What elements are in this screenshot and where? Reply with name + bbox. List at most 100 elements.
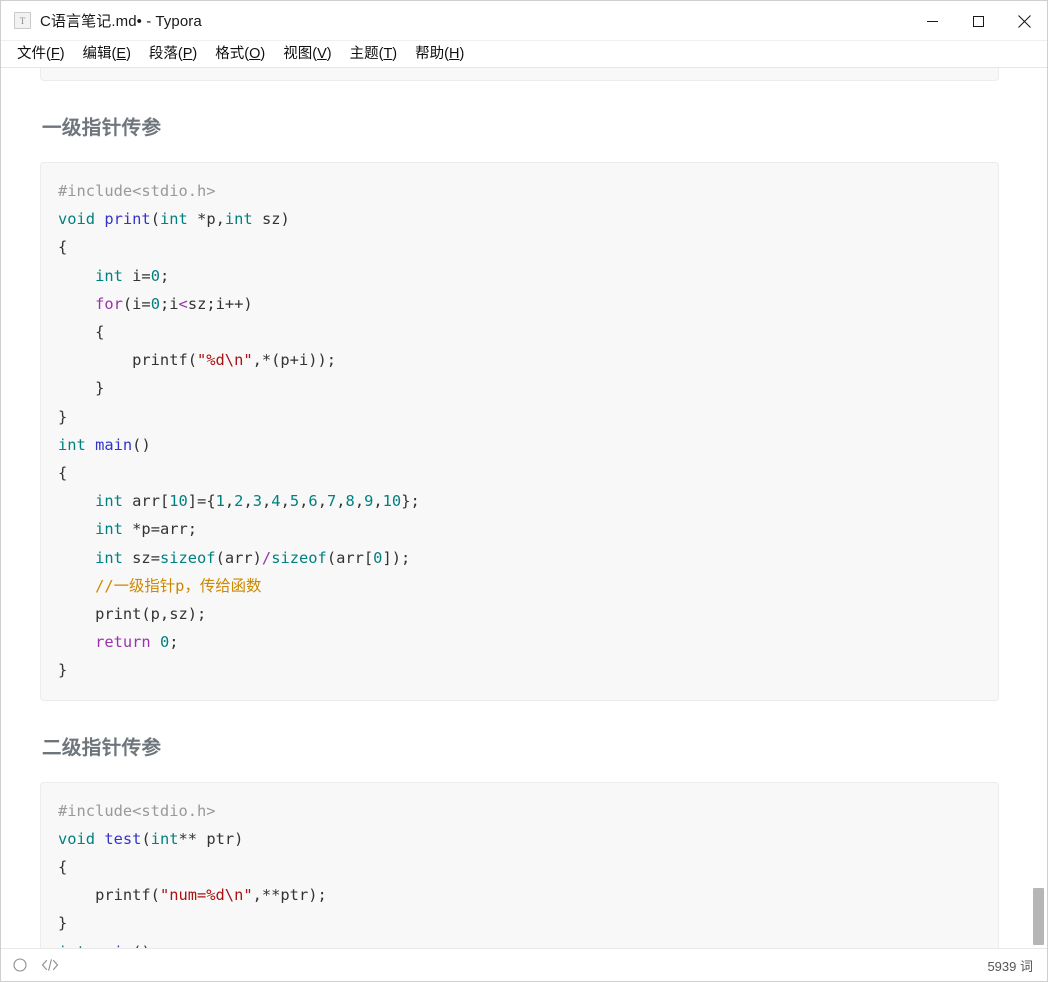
code-token: #include<stdio.h> [58, 182, 216, 200]
code-token: int [159, 210, 188, 229]
menu-mnemonic-file: F [50, 45, 60, 62]
code-line: } [58, 656, 981, 684]
code-token: sizeof [271, 548, 327, 567]
window-controls [909, 1, 1047, 41]
menu-item-paragraph[interactable]: 段落(P) [140, 44, 206, 65]
code-token: ;i [159, 294, 179, 313]
code-token: , [299, 492, 309, 511]
vertical-scrollbar[interactable] [1031, 68, 1047, 948]
heading-section-2: 二级指针传参 [42, 736, 162, 759]
code-token: i= [122, 266, 151, 285]
menu-item-help[interactable]: 帮助(H) [406, 44, 473, 65]
menu-item-format[interactable]: 格式(O) [206, 44, 274, 65]
close-button[interactable] [1001, 1, 1047, 41]
code-line: } [58, 374, 981, 402]
code-token: return [95, 633, 151, 652]
code-block-1[interactable]: #include<stdio.h> void print(int *p,int s… [40, 162, 999, 701]
menu-item-edit[interactable]: 编辑(E) [74, 44, 140, 65]
code-line: { [58, 318, 981, 346]
editor-scroll-area[interactable]: 一级指针传参 #include<stdio.h> void print(int *… [1, 68, 1047, 948]
code-token: test [104, 829, 142, 848]
code-token: { [58, 323, 105, 342]
scrollbar-thumb[interactable] [1033, 888, 1044, 945]
menu-label-help: 帮助 [415, 45, 445, 62]
code-line: int main() [58, 431, 981, 459]
code-token: print [104, 210, 151, 229]
code-token: void [58, 829, 96, 848]
code-token: 3 [252, 492, 262, 511]
code-token: 8 [345, 492, 355, 511]
code-token: { [58, 858, 68, 877]
menu-item-theme[interactable]: 主题(T) [341, 44, 407, 65]
code-token: 9 [364, 492, 374, 511]
code-token: int [95, 548, 123, 567]
maximize-icon [972, 15, 984, 27]
code-token: , [373, 492, 383, 511]
menu-mnemonic-view: V [317, 45, 327, 62]
document-content: 一级指针传参 #include<stdio.h> void print(int *… [1, 68, 1047, 948]
menu-mnemonic-help: H [448, 45, 460, 62]
code-token: 5 [289, 492, 300, 511]
menu-mnemonic-paragraph: P [182, 45, 193, 62]
menu-label-format: 格式 [215, 45, 245, 62]
code-token: sz= [122, 548, 160, 567]
menu-item-file[interactable]: 文件(F) [8, 44, 74, 65]
status-bar-left [13, 958, 59, 972]
code-token: 0 [150, 266, 160, 285]
code-token: 0 [159, 633, 170, 652]
code-token: int [95, 266, 123, 285]
code-token: int [95, 520, 123, 539]
code-token: (arr[ [326, 548, 374, 567]
code-token: , [262, 492, 272, 511]
code-line: int main() [58, 938, 981, 948]
code-line: printf("num=%d\n",**ptr); [58, 881, 981, 909]
code-token: , [317, 492, 327, 511]
minimize-button[interactable] [909, 1, 955, 41]
menu-item-view[interactable]: 视图(V) [274, 44, 340, 65]
code-token: 1 [215, 492, 225, 511]
code-line: int *p=arr; [58, 515, 981, 543]
maximize-button[interactable] [955, 1, 1001, 41]
code-token: main [95, 943, 132, 948]
code-brackets-icon[interactable] [41, 958, 59, 972]
code-line: print(p,sz); [58, 600, 981, 628]
code-token: () [132, 435, 151, 454]
code-token: ,*(p+i)); [252, 351, 337, 370]
code-token: 0 [150, 294, 160, 313]
window-title: C语言笔记.md• - Typora [40, 13, 202, 30]
code-token: "num=%d\n" [159, 886, 253, 905]
code-block-2[interactable]: #include<stdio.h> void test( int ** ptr) { p… [40, 781, 999, 948]
app-icon-letter: T [19, 15, 26, 26]
menu-label-theme: 主题 [349, 45, 379, 62]
code-token: void [58, 210, 96, 229]
code-token: int [95, 492, 123, 511]
code-line: #include<stdio.h> [58, 797, 981, 825]
code-token: 4 [271, 492, 281, 511]
close-icon [1017, 14, 1031, 28]
code-token: ( [141, 829, 151, 848]
code-token: ; [169, 633, 179, 652]
code-token: sz;i++) [187, 294, 253, 313]
code-token: arr[ [122, 492, 170, 511]
title-bar: T C语言笔记.md• - Typora [1, 1, 1047, 41]
code-token: } [58, 407, 68, 426]
code-token: int [58, 943, 86, 948]
code-token: ** ptr) [178, 829, 244, 848]
code-token: 7 [326, 492, 337, 511]
code-token: }; [401, 492, 420, 511]
code-line: int arr[10]={1,2,3,4,5,6,7,8,9,10}; [58, 487, 981, 515]
typora-window: T C语言笔记.md• - Typora 文件(F) 编辑(E) 段落(P) 格… [0, 0, 1048, 982]
code-token: *p=arr; [122, 520, 198, 539]
menu-label-view: 视图 [283, 45, 313, 62]
menu-bar: 文件(F) 编辑(E) 段落(P) 格式(O) 视图(V) 主题(T) 帮助(H… [1, 41, 1047, 68]
word-count: 5939 词 [987, 958, 1033, 974]
circle-icon[interactable] [13, 958, 27, 972]
